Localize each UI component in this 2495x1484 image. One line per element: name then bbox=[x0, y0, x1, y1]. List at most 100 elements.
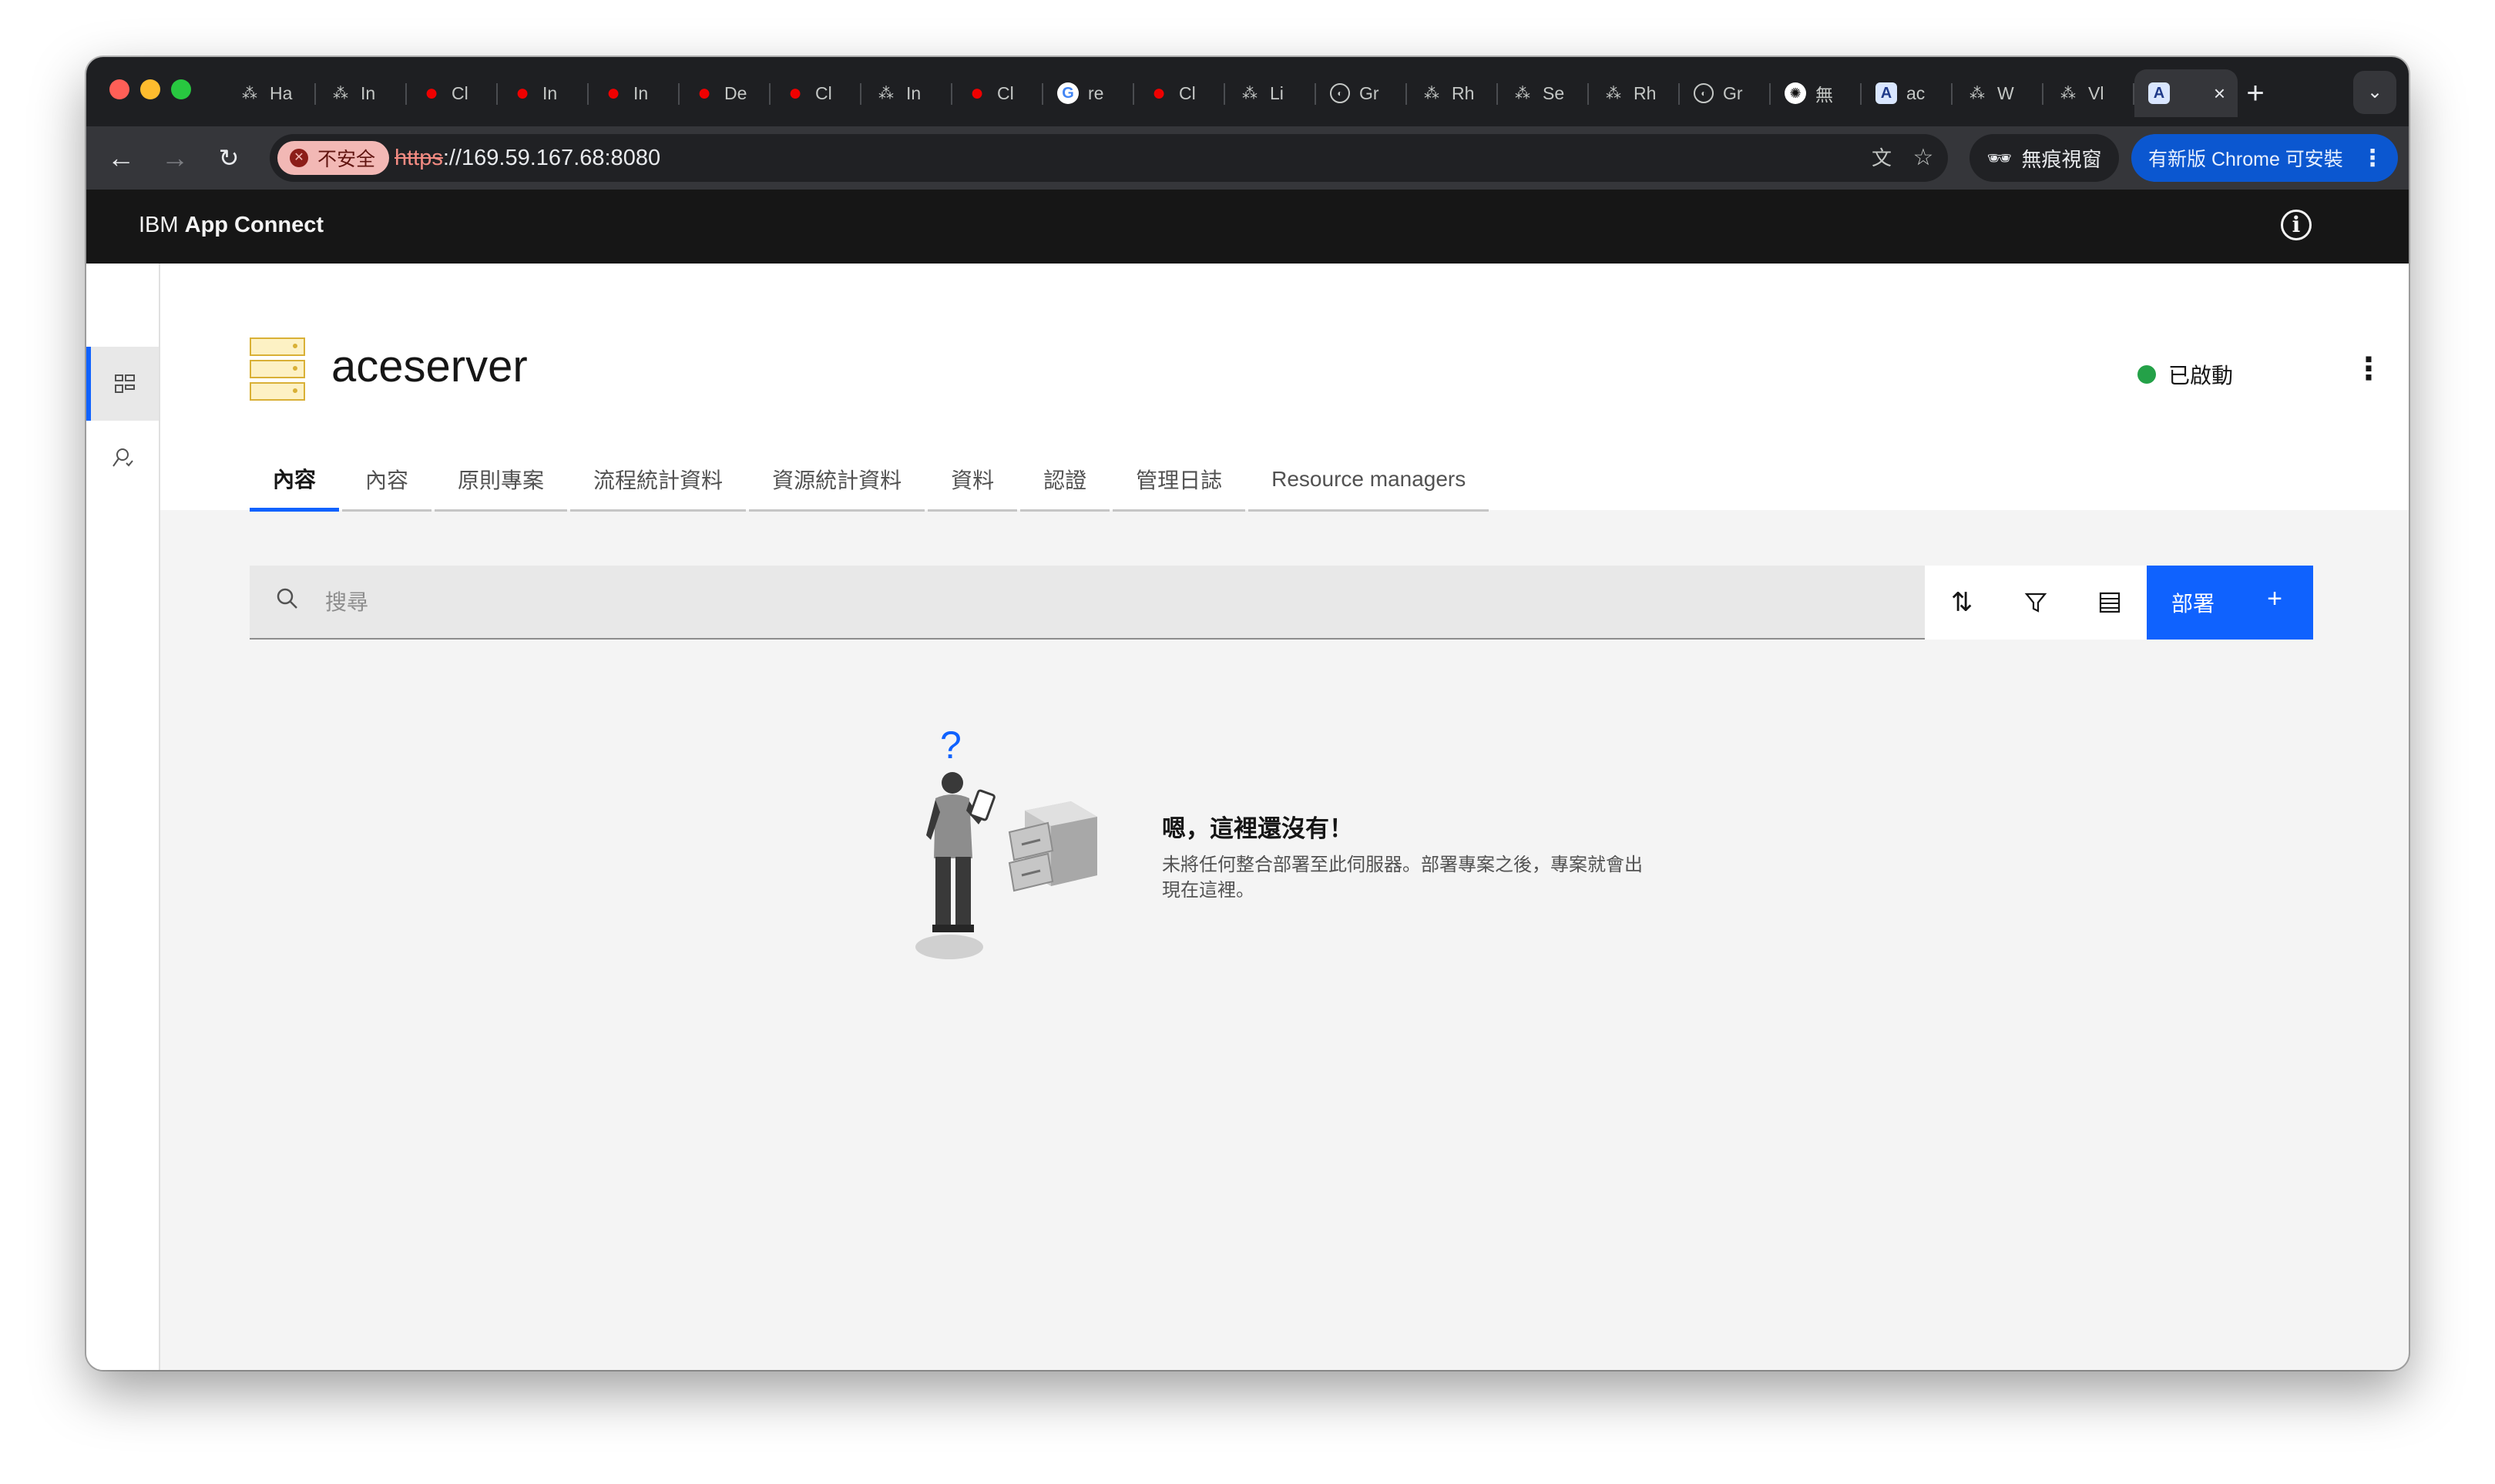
browser-tab[interactable]: ● De bbox=[680, 69, 771, 117]
incognito-label: 無痕視窗 bbox=[2021, 147, 2102, 171]
tab-title: Cl bbox=[452, 82, 468, 103]
tab-title: In bbox=[361, 82, 376, 103]
tab-8[interactable]: 管理日誌 bbox=[1113, 448, 1246, 512]
search-input[interactable] bbox=[324, 583, 1791, 623]
status-indicator: 已啟動 bbox=[2137, 359, 2233, 390]
browser-tab[interactable]: ⁂ Se bbox=[1498, 69, 1589, 117]
redhat-icon: ● bbox=[606, 80, 621, 106]
url-text[interactable]: https://169.59.167.68:8080 bbox=[395, 146, 660, 171]
browser-tab[interactable]: ⁂ Ha bbox=[225, 69, 316, 117]
app-header: IBM App Connect i bbox=[86, 190, 2409, 264]
tab-4[interactable]: 流程統計資料 bbox=[570, 448, 747, 512]
tab-title: Cl bbox=[815, 82, 832, 103]
openshift-icon: ⁂ bbox=[1606, 85, 1621, 102]
redhat-icon: ● bbox=[969, 80, 985, 106]
tab-title: In bbox=[906, 82, 922, 103]
browser-tab[interactable]: ● Cl bbox=[771, 69, 861, 117]
security-chip[interactable]: ✕ 不安全 bbox=[277, 141, 390, 175]
zoom-window-button[interactable] bbox=[171, 79, 191, 99]
tab-title: Vl bbox=[2088, 82, 2104, 103]
openshift-icon: ⁂ bbox=[2060, 85, 2076, 102]
tab-7[interactable]: 認證 bbox=[1020, 448, 1110, 512]
deploy-button[interactable]: 部署 + bbox=[2147, 566, 2313, 640]
brand-name: App Connect bbox=[184, 213, 324, 237]
github-icon: ◐ bbox=[1330, 83, 1350, 103]
tab-5[interactable]: 資源統計資料 bbox=[749, 448, 925, 512]
tab-title: re bbox=[1088, 82, 1104, 103]
nav-dashboard[interactable] bbox=[86, 347, 159, 421]
discovery-icon bbox=[112, 448, 133, 467]
server-icon bbox=[250, 337, 305, 401]
sort-button[interactable]: ⇅ bbox=[1925, 566, 1999, 640]
info-icon[interactable]: i bbox=[2281, 210, 2312, 240]
browser-tab[interactable]: ● Cl bbox=[1134, 69, 1225, 117]
browser-tab[interactable]: ⁂ Li bbox=[1225, 69, 1316, 117]
browser-tab[interactable]: ⁂ W bbox=[1953, 69, 2043, 117]
add-icon: + bbox=[2267, 584, 2282, 613]
browser-tab[interactable]: ◐ Gr bbox=[1316, 69, 1407, 117]
new-tab-button[interactable]: + bbox=[2236, 74, 2275, 112]
filter-button[interactable] bbox=[1999, 566, 2073, 640]
search-bar bbox=[250, 566, 1925, 640]
content-tabs: 內容 內容 原則專案 流程統計資料 資源統計資料 資料 認證 管理日誌 Resource man… bbox=[250, 448, 1492, 512]
forward-button[interactable]: → bbox=[156, 139, 194, 177]
address-bar[interactable]: ✕ 不安全 https://169.59.167.68:8080 文 ☆ bbox=[270, 134, 1948, 182]
url-host: ://169.59.167.68:8080 bbox=[442, 146, 661, 170]
google-icon: G bbox=[1057, 82, 1079, 104]
empty-state-illustration: ? bbox=[915, 727, 1097, 959]
tab-3[interactable]: 原則專案 bbox=[435, 448, 568, 512]
tab-title: Rh bbox=[1452, 82, 1475, 103]
back-button[interactable]: ← bbox=[102, 139, 140, 177]
empty-state-title: 嗯，這裡還沒有！ bbox=[1162, 815, 1353, 842]
redhat-icon: ● bbox=[787, 80, 803, 106]
openshift-icon: ⁂ bbox=[1424, 85, 1439, 102]
browser-window: ⁂ Ha ⁂ In ● Cl ● In ● In ● De ● Cl ⁂ In ● Cl Gre ● Cl ⁂ Li ◐ Gr ⁂… bbox=[86, 57, 2409, 1370]
incognito-button[interactable]: 🕶 無痕視窗 bbox=[1969, 134, 2119, 182]
tab-title: Cl bbox=[997, 82, 1014, 103]
tab-title: Cl bbox=[1179, 82, 1196, 103]
status-dot-icon bbox=[2137, 365, 2156, 384]
app-brand[interactable]: IBM App Connect bbox=[139, 213, 324, 238]
browser-tab[interactable]: ⁂ Rh bbox=[1407, 69, 1498, 117]
translate-icon[interactable]: 文 bbox=[1868, 144, 1896, 172]
tab-search-button[interactable]: ⌄ bbox=[2353, 71, 2396, 114]
browser-tab[interactable]: Gre bbox=[1043, 69, 1134, 117]
overflow-menu-button[interactable]: ⋮ bbox=[2353, 350, 2384, 388]
browser-tab[interactable]: ● Cl bbox=[952, 69, 1043, 117]
redhat-icon: ● bbox=[1151, 80, 1167, 106]
browser-toolbar: ← → ↻ ✕ 不安全 https://169.59.167.68:8080 文… bbox=[86, 126, 2409, 190]
tab-2[interactable]: 內容 bbox=[342, 448, 432, 512]
nav-integration-discovery[interactable] bbox=[86, 421, 159, 495]
tab-1[interactable]: 內容 bbox=[250, 448, 340, 512]
svg-text:?: ? bbox=[940, 727, 962, 767]
browser-tab[interactable]: ⁂ Vl bbox=[2043, 69, 2134, 117]
browser-tab[interactable]: ✺ 無 bbox=[1771, 69, 1862, 117]
browser-tab[interactable]: ● In bbox=[589, 69, 680, 117]
chrome-update-button[interactable]: 有新版 Chrome 可安裝 ⋮ bbox=[2131, 134, 2398, 182]
github-icon: ◐ bbox=[1694, 83, 1714, 103]
browser-tab[interactable]: ● In bbox=[498, 69, 589, 117]
close-tab-icon[interactable]: × bbox=[2214, 82, 2225, 106]
tab-6[interactable]: 資料 bbox=[928, 448, 1018, 512]
browser-tab[interactable]: Aac bbox=[1862, 69, 1953, 117]
bookmark-star-icon[interactable]: ☆ bbox=[1909, 144, 1937, 172]
openshift-icon: ⁂ bbox=[333, 85, 348, 102]
tab-9[interactable]: Resource managers bbox=[1248, 448, 1489, 512]
browser-tab[interactable]: ⁂ In bbox=[861, 69, 952, 117]
tab-title: ac bbox=[1906, 82, 1926, 103]
reload-button[interactable]: ↻ bbox=[210, 139, 248, 177]
browser-tab[interactable]: ● Cl bbox=[407, 69, 498, 117]
browser-tab-active[interactable]: A × bbox=[2134, 69, 2238, 117]
browser-tab[interactable]: ⁂ In bbox=[316, 69, 407, 117]
tab-title: In bbox=[542, 82, 558, 103]
empty-state-description: 未將任何整合部署至此伺服器。部署專案之後，專案就會出現在這裡。 bbox=[1162, 854, 1643, 901]
close-window-button[interactable] bbox=[109, 79, 129, 99]
redhat-icon: ● bbox=[515, 80, 530, 106]
minimize-window-button[interactable] bbox=[140, 79, 160, 99]
page-title: aceserver bbox=[331, 341, 528, 391]
browser-tab[interactable]: ◐ Gr bbox=[1680, 69, 1771, 117]
tab-title: Gr bbox=[1723, 82, 1743, 103]
view-toggle-button[interactable] bbox=[2073, 566, 2147, 640]
browser-tab[interactable]: ⁂ Rh bbox=[1589, 69, 1680, 117]
side-nav bbox=[86, 264, 160, 1370]
